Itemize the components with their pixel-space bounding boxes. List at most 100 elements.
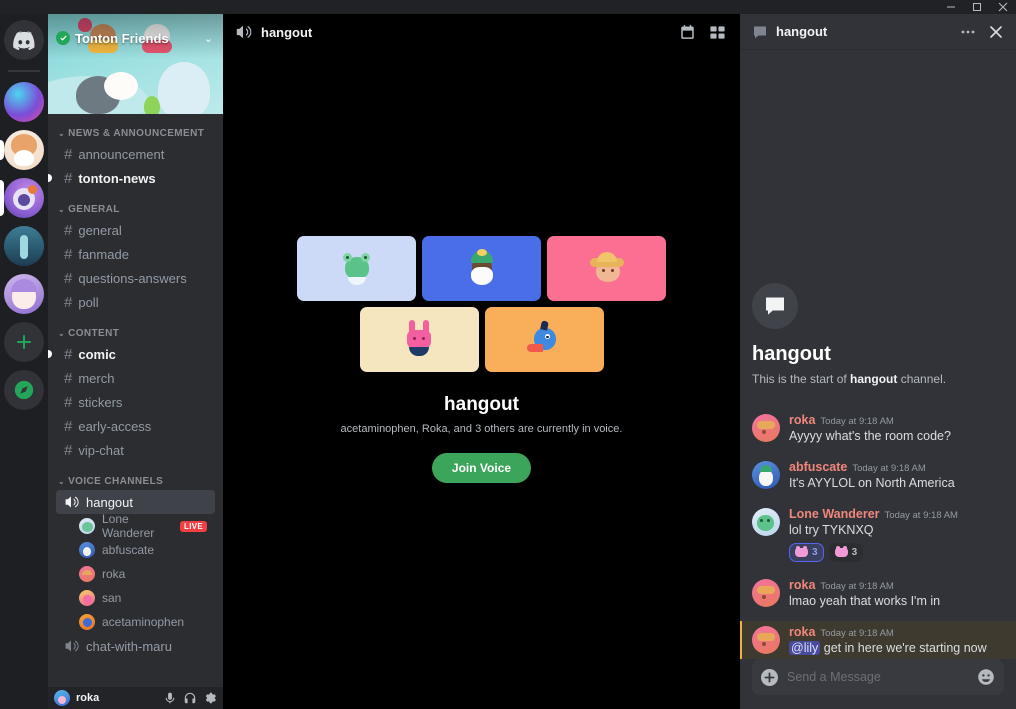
attach-icon[interactable] xyxy=(761,668,778,686)
home-button[interactable] xyxy=(0,20,48,60)
channel-vip-chat[interactable]: # vip-chat xyxy=(56,438,215,462)
chat-panel-title: hangout xyxy=(776,24,828,39)
user-mention[interactable]: @lily xyxy=(789,641,821,655)
category-news-announcement[interactable]: ⌄ NEWS & ANNOUNCEMENT xyxy=(48,122,223,142)
participant-tile-roka[interactable] xyxy=(547,236,666,301)
close-panel-icon[interactable] xyxy=(986,22,1006,42)
server-avatar xyxy=(4,130,44,170)
message-body: roka Today at 9:18 AM Ayyyy what's the r… xyxy=(789,413,1004,444)
app-body: Tonton Friends ⌄ ⌄ NEWS & ANNOUNCEMENT #… xyxy=(0,14,1016,709)
channel-questions-answers[interactable]: # questions-answers xyxy=(56,266,215,290)
avatar[interactable] xyxy=(752,508,780,536)
channel-announcement[interactable]: # announcement xyxy=(56,142,215,166)
microphone-icon[interactable] xyxy=(163,691,177,705)
message-body: roka Today at 9:18 AM lmao yeah that wor… xyxy=(789,578,1004,609)
events-icon[interactable] xyxy=(676,21,698,43)
add-server-button[interactable] xyxy=(0,322,48,362)
avatar[interactable] xyxy=(752,414,780,442)
hash-icon: # xyxy=(64,269,73,287)
message-input-area xyxy=(740,659,1016,709)
server-banner[interactable]: Tonton Friends ⌄ xyxy=(48,14,223,114)
channel-label: merch xyxy=(78,370,115,386)
participant-tile-san[interactable] xyxy=(359,307,479,372)
category-label: CONTENT xyxy=(68,328,120,339)
channel-merch[interactable]: # merch xyxy=(56,366,215,390)
avatar xyxy=(79,566,95,582)
more-options-icon[interactable] xyxy=(958,22,978,42)
participant-tile-lone-wanderer[interactable] xyxy=(297,236,416,301)
message-timestamp: Today at 9:18 AM xyxy=(820,416,894,427)
layout-icon[interactable] xyxy=(706,21,728,43)
server-name: Tonton Friends xyxy=(75,30,169,46)
close-icon[interactable] xyxy=(990,0,1016,14)
hash-icon: # xyxy=(64,145,73,163)
server-icon-3[interactable] xyxy=(0,178,48,218)
channel-general[interactable]: # general xyxy=(56,218,215,242)
channel-label: tonton-news xyxy=(78,170,156,186)
participant-tile-acetaminophen[interactable] xyxy=(484,307,604,372)
channel-comic[interactable]: # comic xyxy=(48,342,215,366)
message-author[interactable]: abfuscate xyxy=(789,460,847,474)
reaction-pill[interactable]: 3 xyxy=(828,543,864,562)
server-header[interactable]: Tonton Friends ⌄ xyxy=(48,14,223,62)
message-input[interactable] xyxy=(787,670,968,684)
discord-window: Tonton Friends ⌄ ⌄ NEWS & ANNOUNCEMENT #… xyxy=(0,0,1016,709)
message-author[interactable]: roka xyxy=(789,578,815,592)
server-icon-1[interactable] xyxy=(0,82,48,122)
reaction-count: 3 xyxy=(812,547,818,558)
reaction-pill[interactable]: 3 xyxy=(789,543,824,562)
hash-icon: # xyxy=(64,369,73,387)
headphones-icon[interactable] xyxy=(183,691,197,705)
message-timestamp: Today at 9:18 AM xyxy=(884,510,958,521)
category-content[interactable]: ⌄ CONTENT xyxy=(48,314,223,342)
channel-list[interactable]: ⌄ NEWS & ANNOUNCEMENT # announcement # t… xyxy=(48,114,223,687)
avatar[interactable] xyxy=(752,626,780,654)
message-row-mention[interactable]: roka Today at 9:18 AM @lily get in here … xyxy=(740,621,1016,659)
message-row[interactable]: roka Today at 9:18 AM lmao yeah that wor… xyxy=(740,574,1016,612)
server-icon-2[interactable] xyxy=(0,130,48,170)
server-icon-4[interactable] xyxy=(0,226,48,266)
avatar[interactable] xyxy=(752,579,780,607)
wizard-avatar-icon xyxy=(462,248,502,289)
live-badge: LIVE xyxy=(180,520,207,532)
channel-poll[interactable]: # poll xyxy=(56,290,215,314)
avatar[interactable] xyxy=(752,461,780,489)
avatar[interactable] xyxy=(54,690,70,706)
message-row[interactable]: abfuscate Today at 9:18 AM It's AYYLOL o… xyxy=(740,456,1016,494)
gear-icon[interactable] xyxy=(203,691,217,705)
message-list[interactable]: hangout This is the start of hangout cha… xyxy=(740,50,1016,659)
emoji-icon[interactable] xyxy=(977,668,995,686)
message-author[interactable]: roka xyxy=(789,413,815,427)
participant-tile-abfuscate[interactable] xyxy=(422,236,541,301)
category-general[interactable]: ⌄ GENERAL xyxy=(48,190,223,218)
message-author[interactable]: Lone Wanderer xyxy=(789,507,880,521)
channel-hangout-voice[interactable]: hangout xyxy=(56,490,215,514)
server-avatar xyxy=(4,82,44,122)
channel-chat-with-maru-voice[interactable]: chat-with-maru xyxy=(56,634,215,658)
message-row[interactable]: Lone Wanderer Today at 9:18 AM lol try T… xyxy=(740,503,1016,565)
voice-member-abfuscate[interactable]: abfuscate xyxy=(56,538,215,562)
voice-member-lone-wanderer[interactable]: Lone Wanderer LIVE xyxy=(56,512,215,540)
channel-early-access[interactable]: # early-access xyxy=(56,414,215,438)
minimize-icon[interactable] xyxy=(938,0,964,14)
hash-icon: # xyxy=(64,221,73,239)
voice-member-roka[interactable]: roka xyxy=(56,562,215,586)
message-row[interactable]: roka Today at 9:18 AM Ayyyy what's the r… xyxy=(740,409,1016,447)
channel-fanmade[interactable]: # fanmade xyxy=(56,242,215,266)
channel-tonton-news[interactable]: # tonton-news xyxy=(48,166,215,190)
voice-member-acetaminophen[interactable]: acetaminophen xyxy=(56,610,215,634)
maximize-icon[interactable] xyxy=(964,0,990,14)
join-voice-button[interactable]: Join Voice xyxy=(431,453,532,483)
channel-stickers[interactable]: # stickers xyxy=(56,390,215,414)
chevron-down-icon[interactable]: ⌄ xyxy=(204,32,213,45)
message-input-box[interactable] xyxy=(752,659,1004,695)
message-header: roka Today at 9:18 AM xyxy=(789,413,1004,427)
welcome-channel-name: hangout xyxy=(850,372,898,386)
chevron-down-icon: ⌄ xyxy=(58,129,66,138)
voice-member-san[interactable]: san xyxy=(56,586,215,610)
explore-servers-button[interactable] xyxy=(0,370,48,410)
category-voice-channels[interactable]: ⌄ VOICE CHANNELS xyxy=(48,462,223,490)
title-bar xyxy=(0,0,1016,14)
message-author[interactable]: roka xyxy=(789,625,815,639)
server-icon-5[interactable] xyxy=(0,274,48,314)
